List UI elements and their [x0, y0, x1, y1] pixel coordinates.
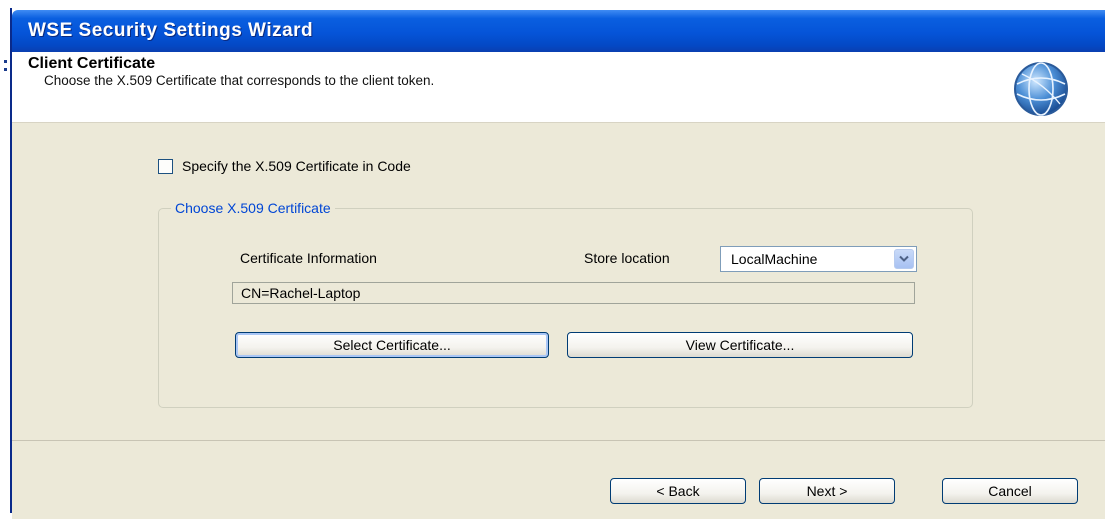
- globe-icon: [1014, 62, 1068, 116]
- certificate-group-legend: Choose X.509 Certificate: [171, 200, 335, 216]
- window-left-edge: [0, 0, 12, 519]
- title-bar[interactable]: WSE Security Settings Wizard: [12, 10, 1105, 52]
- edge-mark: [4, 60, 7, 63]
- back-button[interactable]: < Back: [610, 478, 746, 504]
- page-subtitle: Choose the X.509 Certificate that corres…: [44, 73, 435, 88]
- wizard-header: Client Certificate Choose the X.509 Cert…: [12, 52, 1105, 122]
- certificate-groupbox: [158, 208, 973, 408]
- chevron-down-icon[interactable]: [894, 249, 914, 269]
- specify-in-code-label[interactable]: Specify the X.509 Certificate in Code: [182, 158, 411, 174]
- cancel-button[interactable]: Cancel: [942, 478, 1078, 504]
- window-title: WSE Security Settings Wizard: [28, 20, 314, 41]
- page-title: Client Certificate: [28, 55, 156, 72]
- certificate-info-field: CN=Rachel-Laptop: [232, 282, 915, 304]
- store-location-label: Store location: [584, 250, 670, 266]
- certificate-info-label: Certificate Information: [240, 250, 377, 266]
- next-button[interactable]: Next >: [759, 478, 895, 504]
- store-location-value: LocalMachine: [731, 251, 818, 267]
- wizard-footer: [12, 441, 1105, 519]
- specify-in-code-option[interactable]: Specify the X.509 Certificate in Code: [158, 157, 411, 175]
- certificate-info-value: CN=Rachel-Laptop: [241, 285, 361, 301]
- specify-in-code-checkbox[interactable]: [158, 158, 173, 174]
- store-location-dropdown[interactable]: LocalMachine: [720, 246, 917, 272]
- edge-mark: [4, 68, 7, 71]
- select-certificate-button[interactable]: Select Certificate...: [235, 332, 549, 358]
- view-certificate-button[interactable]: View Certificate...: [567, 332, 913, 358]
